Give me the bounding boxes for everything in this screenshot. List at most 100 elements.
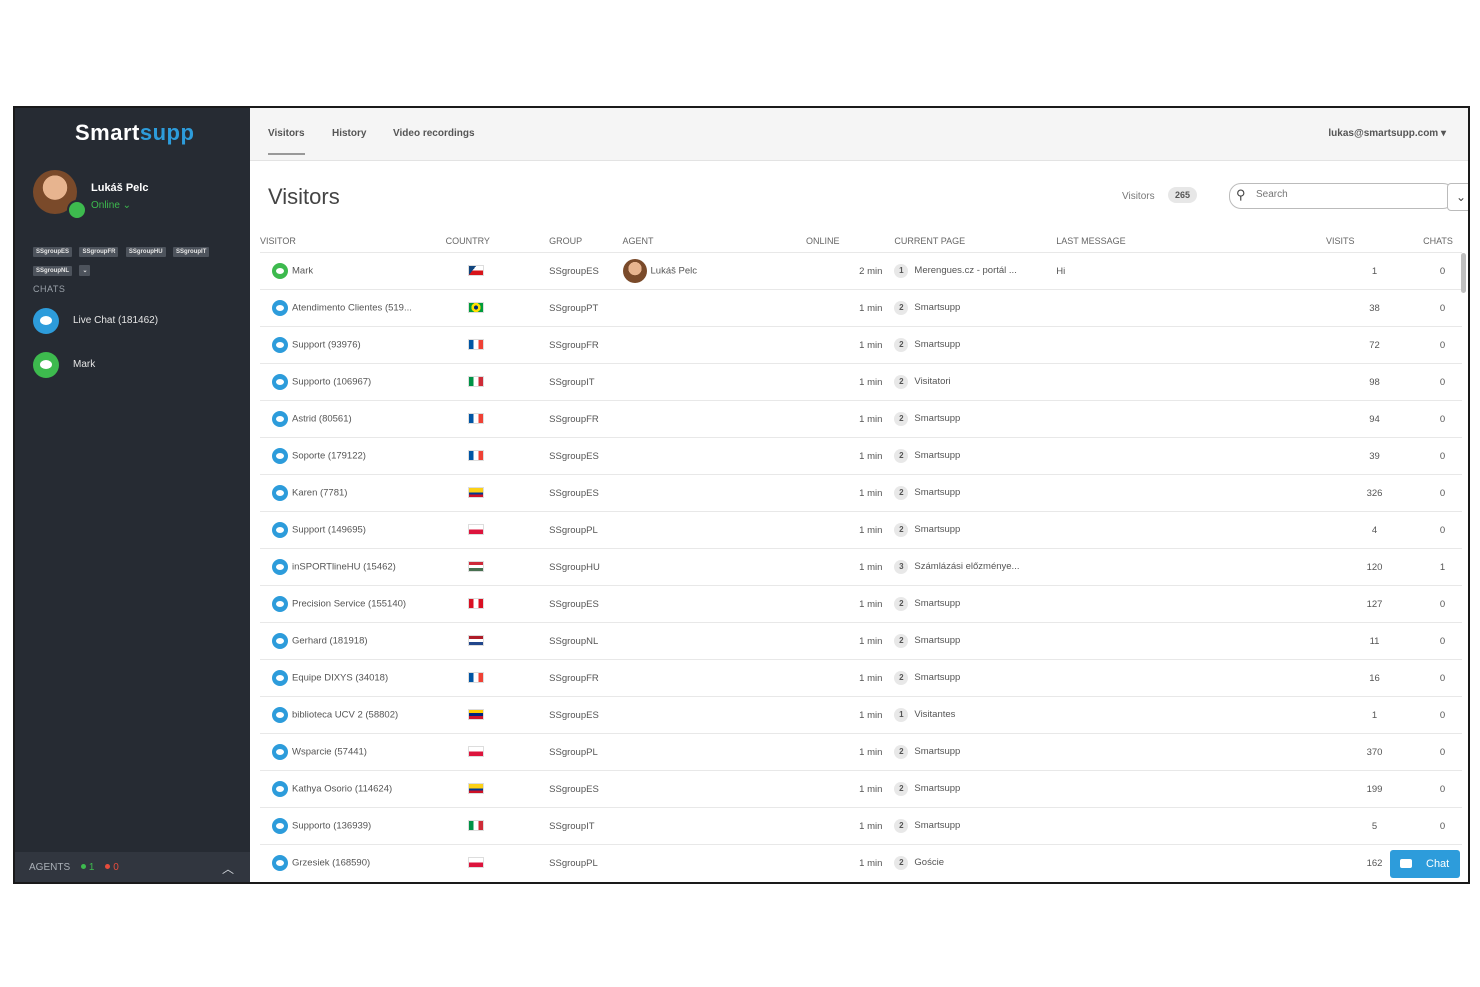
chat-widget-button[interactable]: Chat <box>1390 850 1460 878</box>
visitor-cell[interactable]: Atendimento Clientes (519... <box>260 289 446 327</box>
current-page-cell[interactable]: 2 Smartsupp <box>894 326 1057 364</box>
status-dropdown[interactable]: Online ⌄ <box>91 200 131 211</box>
current-page-cell[interactable]: 2 Smartsupp <box>894 733 1057 771</box>
col-group[interactable]: GROUP <box>549 234 622 253</box>
visitor-cell[interactable]: Supporto (106967) <box>260 363 446 401</box>
current-page-cell[interactable]: 1 Visitantes <box>894 696 1057 734</box>
col-online[interactable]: ONLINE <box>806 234 894 253</box>
tab-history[interactable]: History <box>332 128 366 139</box>
visitor-cell[interactable]: Karen (7781) <box>260 474 446 512</box>
visitor-cell[interactable]: Kathya Osorio (114624) <box>260 770 446 808</box>
visitor-cell[interactable]: inSPORTlineHU (15462) <box>260 548 446 586</box>
table-row[interactable]: Supporto (136939) SSgroupIT 1 min 2 Smartsup… <box>260 807 1462 845</box>
chat-icon <box>1400 859 1412 868</box>
agent-cell <box>622 844 806 881</box>
visitor-cell[interactable]: biblioteca UCV 2 (58802) <box>260 696 446 734</box>
current-page-cell[interactable]: 2 Smartsupp <box>894 474 1057 512</box>
table-row[interactable]: biblioteca UCV 2 (58802) SSgroupES 1 min 1 V… <box>260 696 1462 734</box>
current-page-title: Visitatori <box>914 376 951 387</box>
chats-cell: 0 <box>1423 659 1462 697</box>
current-page-cell[interactable]: 2 Smartsupp <box>894 770 1057 808</box>
visitor-name: biblioteca UCV 2 (58802) <box>292 709 399 721</box>
col-chats[interactable]: CHATS <box>1423 234 1462 253</box>
visitor-cell[interactable]: Equipe DIXYS (34018) <box>260 659 446 697</box>
table-row[interactable]: Gerhard (181918) SSgroupNL 1 min 2 Smartsupp… <box>260 622 1462 660</box>
online-cell: 1 min <box>805 696 895 734</box>
current-page-cell[interactable]: 1 Merengues.cz - portál ... <box>894 252 1057 290</box>
col-agent[interactable]: AGENT <box>623 234 806 253</box>
visits-cell: 11 <box>1325 622 1424 660</box>
table-row[interactable]: Soporte (179122) SSgroupES 1 min 2 Smartsupp… <box>260 437 1462 475</box>
table-row[interactable]: Supporto (106967) SSgroupIT 1 min 2 Visitato… <box>260 363 1462 401</box>
agents-bar[interactable]: AGENTS 1 0 ︿ <box>15 852 250 882</box>
user-profile[interactable]: Lukáš Pelc Online ⌄ <box>33 170 243 220</box>
visitor-cell[interactable]: Astrid (80561) <box>260 400 446 438</box>
current-page-cell[interactable]: 2 Goście <box>894 844 1057 881</box>
logo[interactable]: Smartsupp <box>75 120 194 146</box>
table-row[interactable]: Equipe DIXYS (34018) SSgroupFR 1 min 2 Smart… <box>260 659 1462 697</box>
chat-item[interactable]: Mark <box>33 352 243 380</box>
search-input[interactable] <box>1254 188 1428 201</box>
chat-item[interactable]: Live Chat (181462) <box>33 308 243 336</box>
col-visitor[interactable]: VISITOR <box>260 234 446 253</box>
table-row[interactable]: Karen (7781) SSgroupES 1 min 2 Smartsupp 326 0 <box>260 474 1462 512</box>
table-row[interactable]: Support (93976) SSgroupFR 1 min 2 Smartsupp 7… <box>260 326 1462 364</box>
table-row[interactable]: Wsparcie (57441) SSgroupPL 1 min 2 Smartsupp… <box>260 733 1462 771</box>
current-page-cell[interactable]: 2 Smartsupp <box>894 437 1057 475</box>
group-tag[interactable]: SSgroupHU <box>125 247 166 257</box>
page-count-badge: 2 <box>894 856 909 870</box>
visitor-cell[interactable]: Support (149695) <box>260 511 446 549</box>
tab-video-recordings[interactable]: Video recordings <box>393 128 475 139</box>
chevron-up-icon[interactable]: ︿ <box>222 860 234 877</box>
current-page-cell[interactable]: 2 Smartsupp <box>894 511 1057 549</box>
visitor-cell[interactable]: Gerhard (181918) <box>260 622 446 660</box>
col-visits[interactable]: VISITS <box>1326 234 1423 253</box>
current-page-cell[interactable]: 2 Smartsupp <box>894 585 1057 623</box>
table-row[interactable]: Astrid (80561) SSgroupFR 1 min 2 Smartsupp 94… <box>260 400 1462 438</box>
group-tag[interactable]: SSgroupNL <box>33 266 72 276</box>
agent-cell <box>622 585 806 623</box>
online-cell: 1 min <box>805 807 895 845</box>
current-page-cell[interactable]: 2 Smartsupp <box>894 400 1057 438</box>
last-message-cell <box>1056 363 1326 401</box>
chat-label: Mark <box>73 359 96 370</box>
visitor-cell[interactable]: Precision Service (155140) <box>260 585 446 623</box>
current-page-cell[interactable]: 2 Visitatori <box>894 363 1057 401</box>
tab-visitors[interactable]: Visitors <box>268 128 305 155</box>
visitor-cell[interactable]: Wsparcie (57441) <box>260 733 446 771</box>
visitor-status-icon <box>272 374 288 390</box>
scrollbar[interactable] <box>1461 253 1466 293</box>
visitor-name: Kathya Osorio (114624) <box>292 783 393 795</box>
visitor-cell[interactable]: Support (93976) <box>260 326 446 364</box>
group-tag[interactable]: SSgroupIT <box>173 247 210 257</box>
table-row[interactable]: Grzesiek (168590) SSgroupPL 1 min 2 Goście 16… <box>260 844 1462 881</box>
table-row[interactable]: Kathya Osorio (114624) SSgroupES 1 min 2 Sma… <box>260 770 1462 808</box>
table-row[interactable]: inSPORTlineHU (15462) SSgroupHU 1 min 3 Szám… <box>260 548 1462 586</box>
col-country[interactable]: COUNTRY <box>446 234 550 253</box>
visitor-cell[interactable]: Supporto (136939) <box>260 807 446 845</box>
group-tag[interactable]: SSgroupES <box>33 247 73 257</box>
current-page-cell[interactable]: 2 Smartsupp <box>894 622 1057 660</box>
current-page-cell[interactable]: 3 Számlázási előzménye... <box>894 548 1057 586</box>
col-current-page[interactable]: CURRENT PAGE <box>894 234 1056 253</box>
col-last-message[interactable]: LAST MESSAGE <box>1056 234 1326 253</box>
last-message-cell <box>1056 437 1326 475</box>
current-page-cell[interactable]: 2 Smartsupp <box>894 659 1057 697</box>
table-row[interactable]: Precision Service (155140) SSgroupES 1 min… <box>260 585 1462 623</box>
visitor-cell[interactable]: Grzesiek (168590) <box>260 844 446 881</box>
group-tag[interactable]: SSgroupFR <box>79 247 119 257</box>
groups-expand-button[interactable]: ⌄ <box>79 265 91 276</box>
current-page-cell[interactable]: 2 Smartsupp <box>894 807 1057 845</box>
table-row[interactable]: Support (149695) SSgroupPL 1 min 2 Smartsupp… <box>260 511 1462 549</box>
account-dropdown[interactable]: lukas@smartsupp.com ▾ <box>1328 128 1446 139</box>
visitors-count-badge: 265 <box>1168 187 1198 203</box>
table-row[interactable]: Atendimento Clientes (519... SSgroupPT 1 m… <box>260 289 1462 327</box>
search-box[interactable]: ⚲ <box>1229 183 1455 209</box>
visitor-cell[interactable]: Soporte (179122) <box>260 437 446 475</box>
last-message-cell <box>1056 807 1326 845</box>
page-title: Visitors <box>268 184 340 209</box>
visitor-cell[interactable]: Mark <box>260 252 446 290</box>
current-page-cell[interactable]: 2 Smartsupp <box>894 289 1057 327</box>
filter-dropdown-button[interactable]: ⌄ <box>1447 183 1468 211</box>
table-row[interactable]: Mark SSgroupES Lukáš Pelc 2 min 1 Merengues.c… <box>260 252 1462 290</box>
